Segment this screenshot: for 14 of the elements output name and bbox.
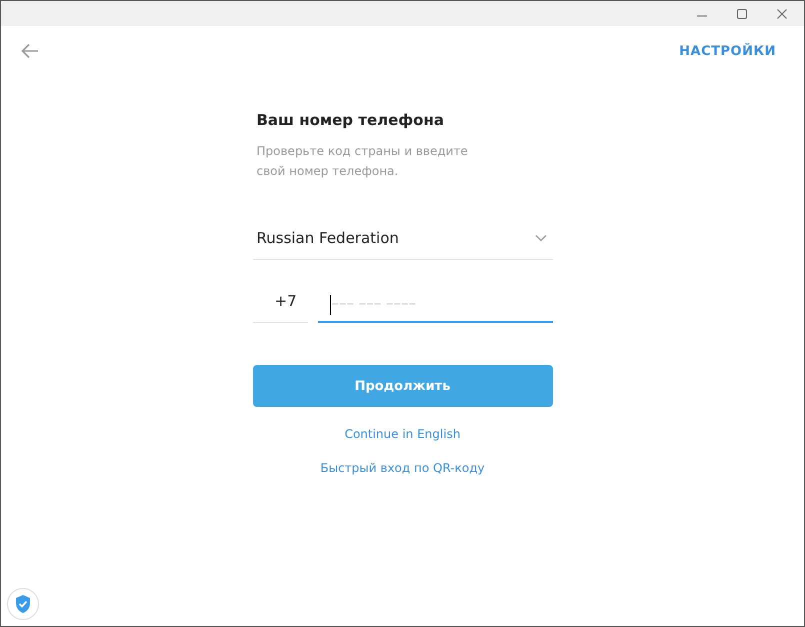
continue-button[interactable]: Продолжить: [252, 365, 552, 407]
text-link[interactable]: Continue in English: [344, 427, 460, 441]
close-icon[interactable]: [776, 8, 788, 20]
form-title: Ваш номер телефона: [256, 111, 445, 129]
back-arrow-icon[interactable]: [21, 43, 39, 59]
form-subtitle: Проверьте код страны и введите свой номер телефона.: [256, 143, 469, 180]
country-select[interactable]: Russian Federation: [252, 229, 552, 260]
maximize-icon[interactable]: [736, 8, 748, 20]
shield-check-icon: [14, 594, 32, 614]
text-link[interactable]: Быстрый вход по QR-коду: [320, 461, 485, 475]
security-badge[interactable]: [7, 588, 39, 620]
country-code-field[interactable]: +7: [252, 284, 308, 323]
settings-link[interactable]: НАСТРОЙКИ: [679, 44, 776, 58]
chevron-down-icon: [534, 234, 546, 242]
